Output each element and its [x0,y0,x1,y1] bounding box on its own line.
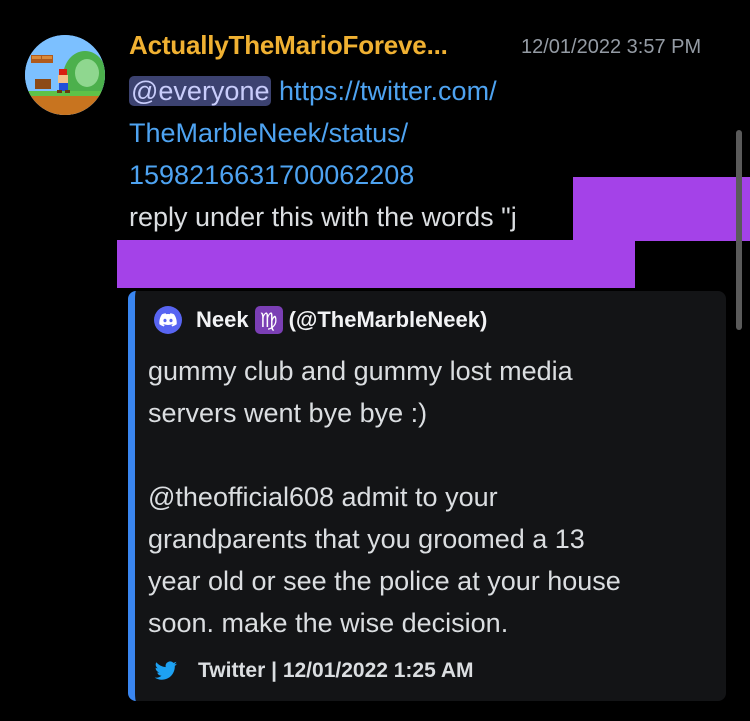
tweet-link-part-1[interactable]: https://twitter.com/ [279,76,497,106]
redaction-box [573,177,750,241]
message-content: @everyone https://twitter.com/ TheMarble… [129,70,599,238]
redaction-box [117,240,635,288]
mario-avatar-icon [25,35,105,115]
embed-desc-line: @theofficial608 admit to your [148,482,498,512]
embed-description: gummy club and gummy lost media servers … [148,350,708,644]
everyone-mention[interactable]: @everyone [129,76,272,106]
embed-desc-line [148,434,708,476]
tweet-link-part-3[interactable]: 1598216631700062208 [129,154,599,196]
chat-message: ActuallyTheMarioForeve... 12/01/2022 3:5… [0,0,750,721]
embed-desc-line: grandparents that you groomed a 13 [148,524,585,554]
avatar[interactable] [25,35,105,115]
embed-desc-line: gummy club and gummy lost media [148,356,573,386]
embed-author-name[interactable]: Neek [196,307,249,333]
embed-desc-line: year old or see the police at your house [148,566,621,596]
discord-icon [154,306,182,334]
embed-author[interactable]: Neek ♍ (@TheMarbleNeek) [154,305,487,335]
message-header: ActuallyTheMarioForeve... 12/01/2022 3:5… [129,30,739,70]
embed-desc-line: servers went bye bye :) [148,398,428,428]
message-text: reply under this with the words "j [129,202,517,232]
embed-author-handle[interactable]: (@TheMarbleNeek) [289,307,488,333]
twitter-icon [154,661,177,680]
username[interactable]: ActuallyTheMarioForeve... [129,30,504,61]
virgo-emoji-icon: ♍ [254,306,283,334]
scrollbar[interactable] [736,130,742,330]
embed-footer: Twitter | 12/01/2022 1:25 AM [154,656,474,686]
twitter-embed[interactable]: Neek ♍ (@TheMarbleNeek) gummy club and g… [128,291,726,701]
embed-footer-text: Twitter | 12/01/2022 1:25 AM [198,659,474,682]
tweet-link-part-2[interactable]: TheMarbleNeek/status/ [129,112,599,154]
embed-desc-line: soon. make the wise decision. [148,608,509,638]
content-line-1: @everyone https://twitter.com/ [129,70,599,112]
timestamp: 12/01/2022 3:57 PM [521,36,702,58]
